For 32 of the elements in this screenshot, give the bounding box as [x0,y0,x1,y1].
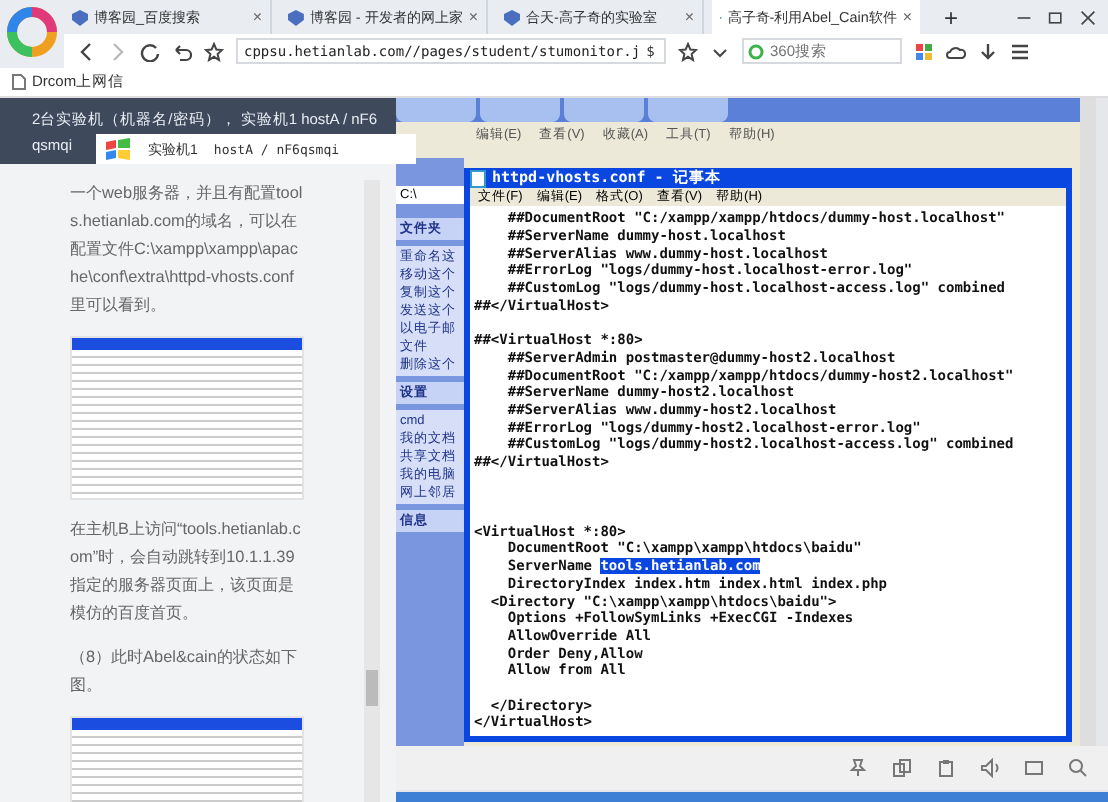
clipboard-icon[interactable] [936,758,956,778]
pin-icon[interactable] [848,758,868,778]
window-icon[interactable] [1024,758,1044,778]
tab-close-button[interactable]: × [902,8,912,26]
menu-icon[interactable] [1010,41,1030,61]
ring-icon [748,44,764,60]
notepad-icon [470,169,486,188]
speaker-icon[interactable] [980,758,1000,778]
scrollbar[interactable] [1080,98,1096,746]
scrollbar[interactable] [364,180,380,802]
new-tab-button[interactable]: + [928,0,975,34]
tab-close-button[interactable]: × [684,8,694,26]
reload-icon[interactable] [140,41,160,61]
article-paragraph: 一个web服务器，并且有配置tools.hetianlab.com的域名，可以在配置文件C:\xampp\xampp\apache\conf\extra\httpd-vhosts.conf 里可以看到。 [70,182,304,318]
browser-logo-icon[interactable] [6,6,58,58]
page-icon [12,74,26,90]
undo-icon[interactable] [172,41,192,61]
flag-icon [104,137,133,161]
download-icon[interactable] [978,41,998,61]
tab-close-button[interactable]: × [252,8,262,26]
tab-close-button[interactable]: × [468,8,478,26]
article-paragraph: 在主机B上访问“tools.hetianlab.com”时，会自动跳转到10.1.1.39指定的服务器页面上，该页面是模仿的百度首页。 [70,518,303,626]
copy-icon[interactable] [892,758,912,778]
star-icon[interactable] [678,41,698,61]
star-icon[interactable] [204,41,224,61]
apps-icon[interactable] [914,41,934,61]
article-paragraph: （8）此时Abel&cain的状态如下图。 [70,646,299,698]
close-icon[interactable] [1080,9,1096,25]
restore-icon[interactable] [1048,9,1064,25]
cloud-icon[interactable] [946,41,966,61]
search-icon[interactable] [1068,758,1088,778]
back-icon[interactable] [76,41,96,61]
